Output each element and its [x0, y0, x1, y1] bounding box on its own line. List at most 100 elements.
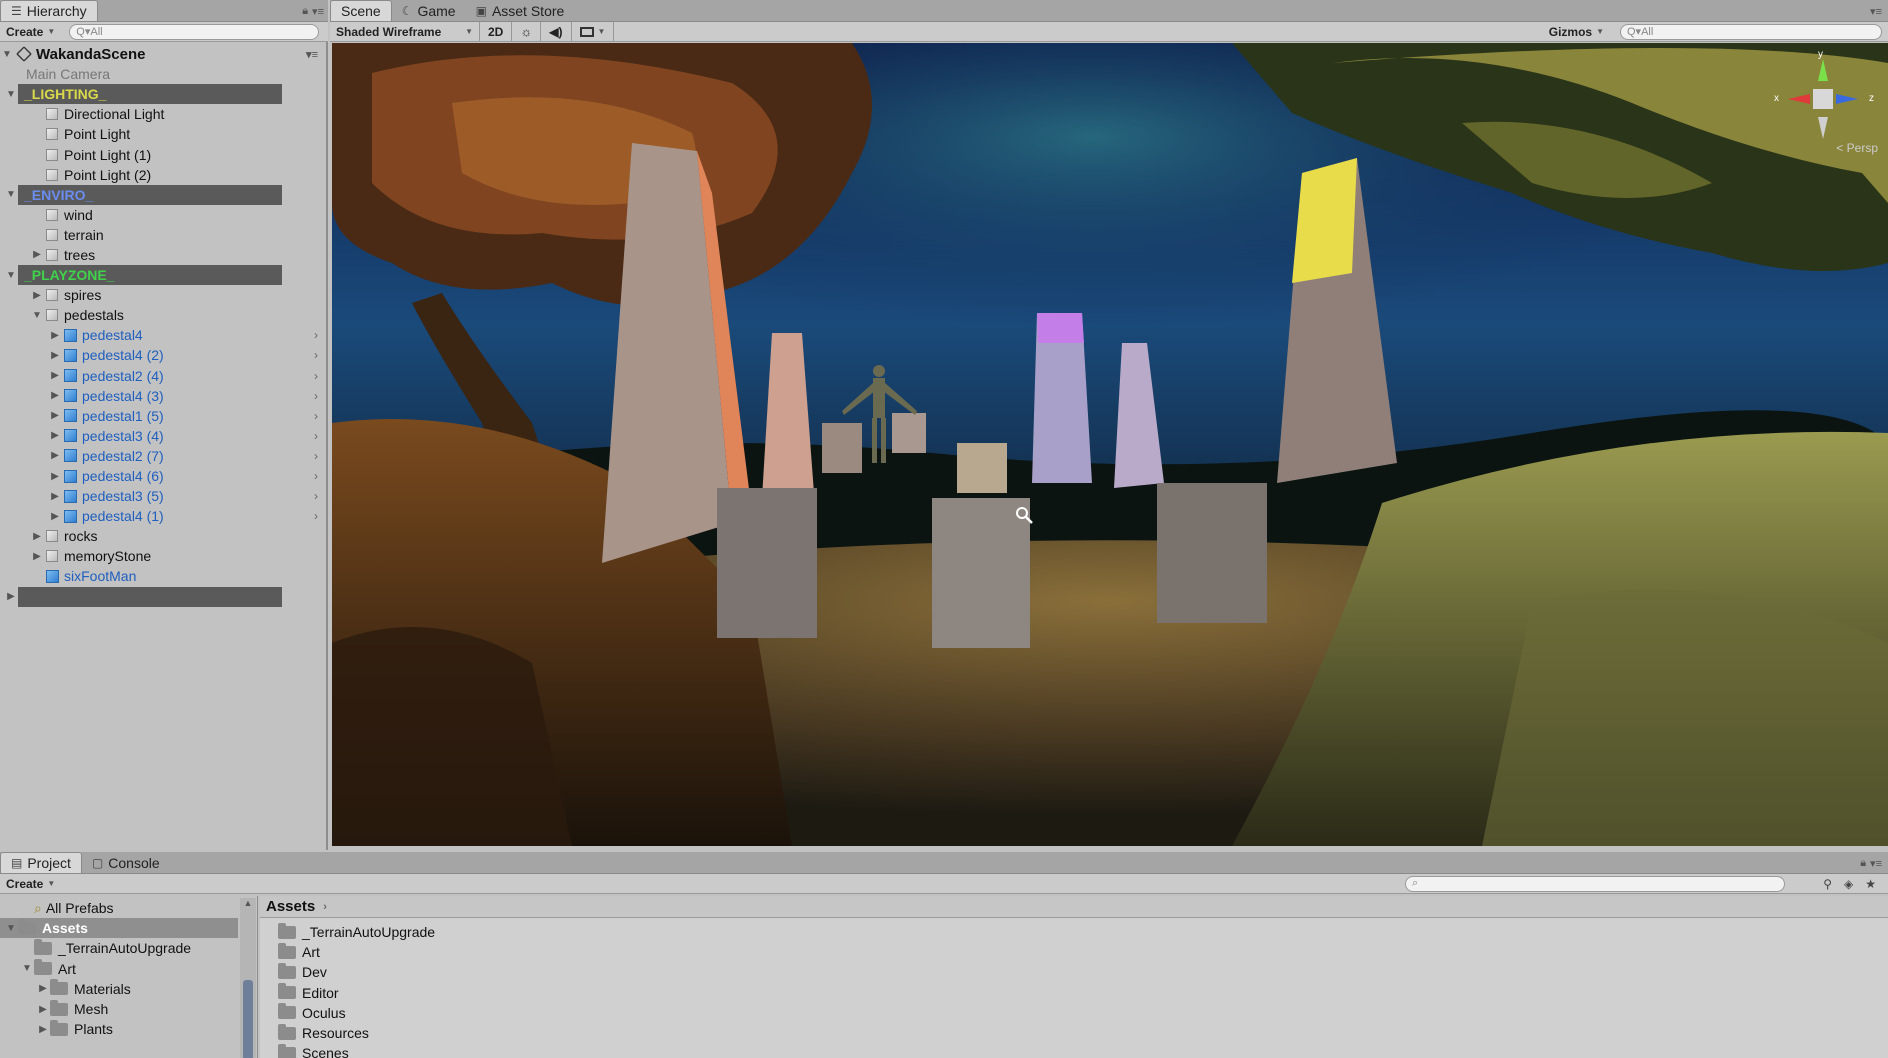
expand-arrow-icon[interactable]: ▶	[4, 591, 18, 602]
expand-arrow-icon[interactable]: ▶	[36, 1024, 50, 1035]
tab-console[interactable]: ▢ Console	[82, 852, 170, 873]
audio-toggle-button[interactable]: ◀)	[541, 22, 572, 41]
expand-arrow-icon[interactable]: ▼	[0, 49, 14, 60]
expand-arrow-icon[interactable]: ▶	[48, 410, 62, 421]
project-tree-item[interactable]: ▶ Plants	[0, 1019, 238, 1039]
expand-arrow-icon[interactable]: ▼	[4, 923, 18, 934]
expand-arrow-icon[interactable]: ▼	[4, 189, 18, 200]
tab-game[interactable]: ☾ Game	[392, 0, 466, 21]
project-tree-item[interactable]: ▼ Art	[0, 959, 238, 979]
expand-arrow-icon[interactable]: ▼	[20, 963, 34, 974]
project-tree-item[interactable]: ▼ Assets	[0, 918, 238, 939]
hierarchy-create-button[interactable]: Create ▼	[0, 25, 61, 39]
expand-arrow-icon[interactable]: ▶	[48, 471, 62, 482]
project-asset-item[interactable]: Resources	[278, 1023, 1888, 1043]
lock-icon[interactable]: 🔒︎	[1860, 857, 1866, 870]
chevron-right-icon[interactable]: ›	[314, 348, 318, 362]
effects-dropdown[interactable]: ▼	[572, 22, 615, 41]
project-tree-item[interactable]: _TerrainAutoUpgrade	[0, 938, 238, 958]
scene-viewport[interactable]: y x z < Persp	[332, 43, 1888, 846]
chevron-right-icon[interactable]: ›	[314, 469, 318, 483]
project-asset-item[interactable]: Art	[278, 942, 1888, 962]
chevron-right-icon[interactable]: ›	[314, 389, 318, 403]
chevron-right-icon[interactable]: ›	[314, 489, 318, 503]
project-asset-item[interactable]: Oculus	[278, 1003, 1888, 1023]
panel-menu-icon[interactable]: ▾≡	[1870, 857, 1882, 870]
project-create-button[interactable]: Create ▼	[0, 877, 61, 891]
expand-arrow-icon[interactable]: ▶	[30, 290, 44, 301]
project-asset-item[interactable]: Dev	[278, 962, 1888, 982]
hierarchy-row[interactable]: ▼ pedestals	[0, 305, 326, 325]
chevron-right-icon[interactable]: ›	[314, 509, 318, 523]
scene-root-row[interactable]: ▼ WakandaScene ▾≡	[0, 44, 326, 64]
lock-icon[interactable]: 🔒︎	[302, 5, 308, 18]
hierarchy-row[interactable]: ▼ _LIGHTING_	[0, 84, 304, 105]
panel-menu-icon[interactable]: ▾≡	[312, 5, 324, 18]
chevron-right-icon[interactable]: ›	[314, 409, 318, 423]
project-asset-item[interactable]: Editor	[278, 983, 1888, 1003]
expand-arrow-icon[interactable]: ▶	[48, 390, 62, 401]
hierarchy-row[interactable]: Point Light (2)	[0, 165, 326, 185]
shading-mode-dropdown[interactable]: Shaded Wireframe ▼	[330, 22, 480, 41]
hierarchy-row[interactable]: ▶ trees	[0, 245, 326, 265]
project-asset-item[interactable]: Scenes	[278, 1043, 1888, 1058]
project-tree-item[interactable]: ⌕ All Prefabs	[0, 898, 238, 918]
expand-arrow-icon[interactable]: ▶	[48, 350, 62, 361]
hierarchy-row[interactable]: ▶ pedestal2 (7) ›	[0, 446, 326, 466]
hierarchy-row[interactable]: sixFootMan	[0, 566, 326, 586]
orientation-gizmo[interactable]: y x z < Persp	[1768, 49, 1878, 159]
hierarchy-row[interactable]: ▶ rocks	[0, 526, 326, 546]
expand-arrow-icon[interactable]: ▼	[30, 310, 44, 321]
expand-arrow-icon[interactable]: ▼	[4, 89, 18, 100]
scene-menu-icon[interactable]: ▾≡	[306, 48, 318, 61]
expand-arrow-icon[interactable]: ▶	[30, 249, 44, 260]
scrollbar-thumb[interactable]	[243, 980, 253, 1058]
hierarchy-row[interactable]: ▶ pedestal4 (3) ›	[0, 386, 326, 406]
hierarchy-row[interactable]: ▶ pedestal4 (1) ›	[0, 506, 326, 526]
favorite-star-icon[interactable]: ★	[1865, 877, 1876, 891]
expand-arrow-icon[interactable]: ▶	[36, 983, 50, 994]
hierarchy-row[interactable]: Main Camera	[0, 64, 326, 84]
expand-arrow-icon[interactable]: ▶	[36, 1004, 50, 1015]
chevron-right-icon[interactable]: ›	[314, 369, 318, 383]
hierarchy-row[interactable]: Directional Light	[0, 104, 326, 124]
hierarchy-row[interactable]: Point Light (1)	[0, 144, 326, 164]
project-tree-scrollbar[interactable]: ▲	[240, 898, 256, 1058]
hierarchy-row[interactable]: wind	[0, 205, 326, 225]
expand-arrow-icon[interactable]: ▶	[48, 330, 62, 341]
scene-search-input[interactable]: Q▾All	[1620, 23, 1882, 40]
tab-scene[interactable]: Scene	[330, 0, 392, 21]
hierarchy-row[interactable]: ▶ memoryStone	[0, 546, 326, 566]
hierarchy-row[interactable]: ▶ spires	[0, 285, 326, 305]
project-tree-item[interactable]: ▶ Mesh	[0, 999, 238, 1019]
project-search-input[interactable]: ⌕	[1405, 875, 1785, 892]
expand-arrow-icon[interactable]: ▶	[48, 450, 62, 461]
hierarchy-search-input[interactable]: Q▾All	[69, 23, 320, 40]
hierarchy-row[interactable]: ▶ pedestal1 (5) ›	[0, 406, 326, 426]
expand-arrow-icon[interactable]: ▶	[48, 370, 62, 381]
chevron-right-icon[interactable]: ›	[314, 328, 318, 342]
project-asset-item[interactable]: _TerrainAutoUpgrade	[278, 922, 1888, 942]
hierarchy-row[interactable]: ▼ _ENVIRO_	[0, 184, 304, 205]
hierarchy-row[interactable]: ▶	[0, 586, 304, 607]
breadcrumb-assets[interactable]: Assets	[266, 898, 315, 915]
persp-label[interactable]: < Persp	[1836, 141, 1878, 155]
hierarchy-row[interactable]: ▶ pedestal4 (6) ›	[0, 466, 326, 486]
tab-hierarchy[interactable]: ☰ Hierarchy	[0, 0, 98, 21]
expand-arrow-icon[interactable]: ▶	[48, 511, 62, 522]
lighting-toggle-button[interactable]: ☼	[512, 22, 542, 41]
gizmos-dropdown[interactable]: Gizmos ▼	[1543, 25, 1610, 39]
hierarchy-row[interactable]: ▶ pedestal3 (5) ›	[0, 486, 326, 506]
expand-arrow-icon[interactable]: ▶	[48, 491, 62, 502]
2d-toggle-button[interactable]: 2D	[480, 22, 513, 41]
scroll-up-icon[interactable]: ▲	[240, 898, 256, 908]
expand-arrow-icon[interactable]: ▶	[30, 551, 44, 562]
chevron-right-icon[interactable]: ›	[314, 429, 318, 443]
tab-project[interactable]: ▤ Project	[0, 852, 82, 873]
hierarchy-row[interactable]: ▶ pedestal3 (4) ›	[0, 426, 326, 446]
hierarchy-row[interactable]: Point Light	[0, 124, 326, 144]
hierarchy-row[interactable]: ▶ pedestal4 (2) ›	[0, 345, 326, 365]
project-tree-item[interactable]: ▶ Materials	[0, 979, 238, 999]
filter-type-icon[interactable]: ⚲	[1823, 877, 1832, 891]
hierarchy-row[interactable]: terrain	[0, 225, 326, 245]
